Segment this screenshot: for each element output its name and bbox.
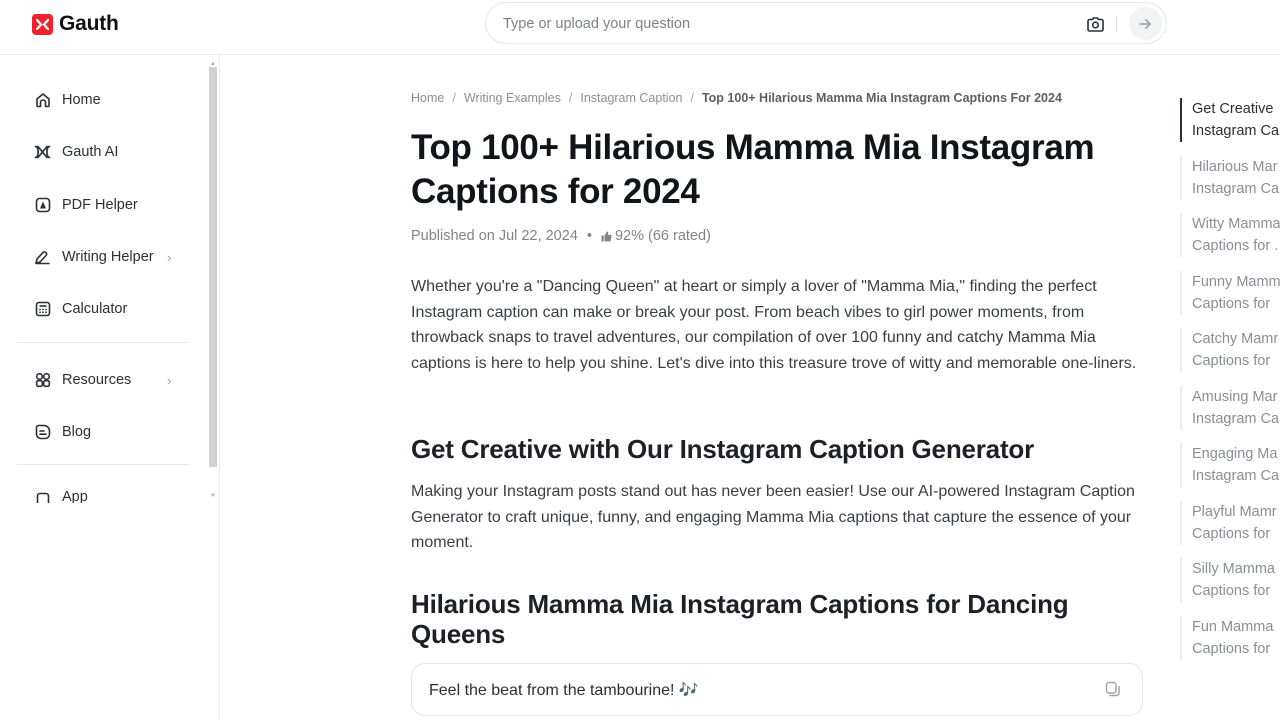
sidebar-item-gauth-ai[interactable]: Gauth AI <box>34 140 118 164</box>
toc-item-line: Captions for <box>1192 353 1271 369</box>
grid-icon <box>34 372 51 389</box>
caption-card: Feel the beat from the tambourine! 🎶 <box>411 663 1143 716</box>
toc-item-line: Playful Mamr <box>1192 504 1277 520</box>
toc-item[interactable]: Witty Mamma Captions for . <box>1180 213 1280 257</box>
breadcrumb: Home / Writing Examples / Instagram Capt… <box>411 91 1062 105</box>
breadcrumb-separator: / <box>452 91 456 105</box>
sidebar-item-label: Blog <box>62 424 92 440</box>
breadcrumb-current: Top 100+ Hilarious Mamma Mia Instagram C… <box>701 91 1062 105</box>
brand-name: Gauth <box>59 12 119 35</box>
toc-item-line: Captions for <box>1192 526 1271 542</box>
toc-item-line: Engaging Ma <box>1192 446 1278 462</box>
breadcrumb-separator: / <box>690 91 694 105</box>
question-search-input[interactable] <box>503 13 1063 35</box>
gauth-logo-icon <box>32 13 53 35</box>
generator-paragraph: Making your Instagram posts stand out ha… <box>411 483 1135 551</box>
published-date: Published on Jul 22, 2024 <box>411 228 578 244</box>
toc-item-line: Silly Mamma <box>1192 561 1275 577</box>
submit-question-button[interactable] <box>1129 7 1162 40</box>
intro-paragraph: Whether you're a "Dancing Queen" at hear… <box>411 278 1137 372</box>
sidebar: Home Gauth AI PDF Helper Writing Helper … <box>0 55 220 720</box>
toc-item[interactable]: Catchy Mamr Captions for <box>1180 328 1280 372</box>
toc-item-line: Amusing Mar <box>1192 389 1278 405</box>
toc-item-line: Captions for <box>1192 296 1271 312</box>
toc-item[interactable]: Playful Mamr Captions for <box>1180 501 1280 545</box>
toc-item-line: Get Creative <box>1192 101 1274 117</box>
page-title: Top 100+ Hilarious Mamma Mia Instagram C… <box>411 128 1095 211</box>
toc-item-line: Catchy Mamr <box>1192 331 1279 347</box>
sidebar-item-label: Resources <box>62 372 132 388</box>
toc-item[interactable]: Engaging Ma Instagram Ca <box>1180 443 1280 487</box>
sidebar-item-label: App <box>62 489 88 503</box>
toc-item[interactable]: Amusing Mar Instagram Ca <box>1180 386 1280 430</box>
toc-item[interactable]: Funny Mamm Captions for <box>1180 271 1280 315</box>
thumbs-up-icon <box>601 231 612 242</box>
breadcrumb-separator: / <box>568 91 573 105</box>
toc-item[interactable]: Hilarious Mar Instagram Ca <box>1180 156 1280 200</box>
toc-item-line: Captions for <box>1192 583 1271 599</box>
sidebar-item-label: Writing Helper <box>62 249 154 265</box>
chevron-right-icon: › <box>167 249 172 265</box>
toc-item[interactable]: Silly Mamma Captions for <box>1180 558 1280 602</box>
article-meta: Published on Jul 22, 2024 • 92% (66 rate… <box>411 228 711 244</box>
sidebar-item-writing-helper[interactable]: Writing Helper › <box>34 245 171 269</box>
scroll-down-arrow[interactable]: ▼ <box>209 493 217 499</box>
sidebar-item-resources[interactable]: Resources › <box>34 368 171 392</box>
sidebar-item-label: PDF Helper <box>62 197 138 213</box>
sidebar-item-home[interactable]: Home <box>34 88 101 112</box>
sidebar-item-label: Gauth AI <box>62 144 119 160</box>
toc-item[interactable]: Get Creative Instagram Ca <box>1180 98 1280 142</box>
sidebar-item-blog[interactable]: Blog <box>34 420 91 444</box>
calculator-icon <box>34 301 51 318</box>
pdf-icon <box>34 197 51 214</box>
toc-item[interactable]: Fun Mamma Captions for <box>1180 616 1280 660</box>
app-icon <box>34 491 51 503</box>
sidebar-divider <box>17 464 189 465</box>
copy-icon[interactable] <box>1105 681 1121 702</box>
toc-item-line: Instagram Ca <box>1192 181 1280 197</box>
toc-item-line: Instagram Ca <box>1192 468 1280 484</box>
toc-item-line: Hilarious Mar <box>1192 159 1278 175</box>
search-divider <box>1116 16 1117 32</box>
blog-icon <box>34 424 51 441</box>
section-heading-generator: Get Creative with Our Instagram Caption … <box>411 434 1034 464</box>
toc-item-line: Witty Mamma <box>1192 216 1280 232</box>
toc-item-line: Instagram Ca <box>1192 123 1280 139</box>
top-header: Gauth <box>0 0 1280 55</box>
breadcrumb-home[interactable]: Home <box>411 91 444 105</box>
question-search-bar <box>485 2 1167 44</box>
section-heading-dancing-queens: Hilarious Mamma Mia Instagram Captions f… <box>411 589 1069 649</box>
sidebar-item-app[interactable]: App <box>34 489 88 503</box>
gauth-logo[interactable]: Gauth <box>32 12 119 36</box>
sidebar-item-pdf-helper[interactable]: PDF Helper <box>34 193 138 217</box>
sidebar-divider <box>17 342 189 343</box>
sidebar-item-calculator[interactable]: Calculator <box>34 297 127 321</box>
chevron-right-icon: › <box>167 372 172 388</box>
camera-upload-icon[interactable] <box>1085 14 1105 34</box>
home-icon <box>34 92 51 109</box>
meta-separator: • <box>586 228 592 244</box>
pen-icon <box>34 249 51 266</box>
sidebar-item-label: Home <box>62 92 101 108</box>
breadcrumb-writing-examples[interactable]: Writing Examples <box>464 91 561 105</box>
rating-text: 92% (66 rated) <box>614 228 711 244</box>
gauth-ai-icon <box>34 144 51 161</box>
toc-item-line: Funny Mamm <box>1192 274 1280 290</box>
toc-item-line: Fun Mamma <box>1192 619 1274 635</box>
toc-item-line: Captions for <box>1192 641 1271 657</box>
toc-item-line: Instagram Ca <box>1192 411 1280 427</box>
sidebar-scrollbar-thumb[interactable] <box>209 67 217 467</box>
breadcrumb-instagram-caption[interactable]: Instagram Caption <box>580 91 682 105</box>
caption-text: Feel the beat from the tambourine! 🎶 <box>429 682 699 699</box>
toc-item-line: Captions for . <box>1192 238 1279 254</box>
table-of-contents: Get Creative Instagram Ca Hilarious Mar In… <box>1180 98 1280 678</box>
sidebar-item-label: Calculator <box>62 301 128 317</box>
arrow-right-icon <box>1139 18 1151 29</box>
